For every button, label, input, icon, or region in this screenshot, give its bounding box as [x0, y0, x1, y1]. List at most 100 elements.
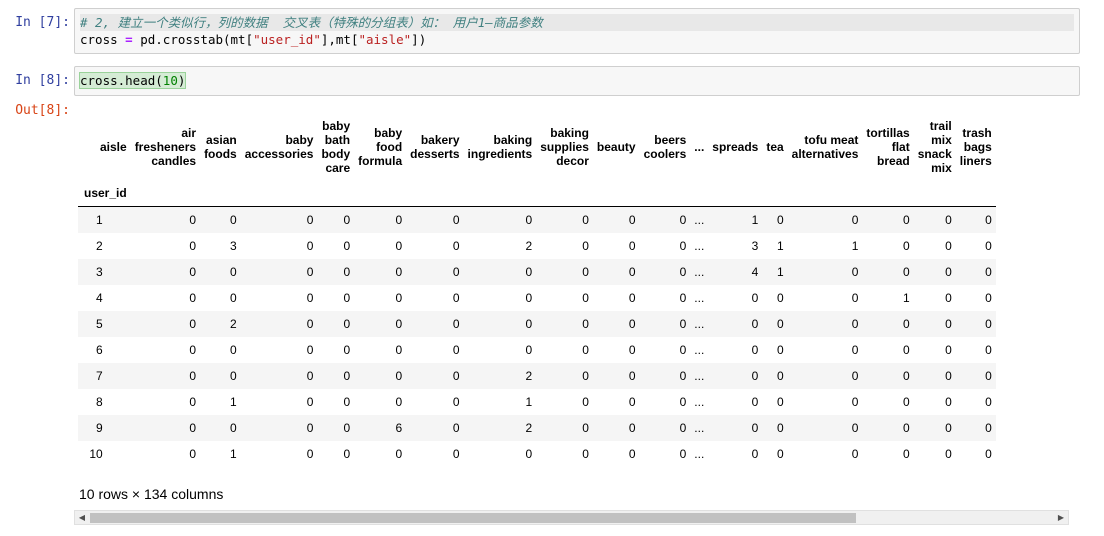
- table-cell: 0: [452, 238, 460, 253]
- table-cell: 0: [851, 420, 859, 435]
- table-cell: 0: [395, 394, 403, 409]
- table-cell: ...: [694, 394, 705, 409]
- table-cell: 0: [230, 420, 237, 435]
- code-cell-7[interactable]: In [7]: # 2, 建立一个类似行，列的数据 交叉表（特殊的分组表）如： …: [0, 8, 1104, 54]
- table-cell: 0: [776, 446, 784, 461]
- right-arrow-icon[interactable]: ▶: [1055, 512, 1067, 524]
- code-cell-8[interactable]: In [8]: cross.head(10): [0, 66, 1104, 96]
- table-row: 2 0 3 0 0 0 0 2 0 0 0... 3 1 1 0 0 0: [78, 233, 996, 259]
- table-cell: 0: [189, 420, 197, 435]
- table-cell: 0: [751, 394, 759, 409]
- table-cell: 0: [525, 212, 533, 227]
- table-cell: 1: [776, 264, 784, 279]
- table-cell: 0: [306, 264, 314, 279]
- table-cell: 0: [776, 290, 784, 305]
- table-cell: 0: [582, 238, 589, 253]
- table-cell: 2: [525, 238, 533, 253]
- table-cell: 0: [679, 342, 687, 357]
- table-cell: 3: [230, 238, 237, 253]
- column-header-row: aisle air fresheners candles asian foods baby…: [78, 114, 996, 180]
- table-cell: 0: [306, 368, 314, 383]
- row-index: 2: [96, 238, 103, 253]
- dataframe-shape: 10 rows × 134 columns: [79, 486, 224, 502]
- table-cell: 0: [230, 342, 237, 357]
- code-editor[interactable]: cross.head(10): [74, 66, 1080, 96]
- table-cell: 0: [582, 394, 589, 409]
- column-header: tea: [766, 140, 784, 154]
- table-cell: 0: [945, 420, 952, 435]
- dataframe-table: aisle air fresheners candles asian foods baby…: [78, 114, 996, 467]
- table-cell: 0: [751, 368, 759, 383]
- table-cell: 0: [452, 368, 460, 383]
- table-cell: 0: [582, 368, 589, 383]
- table-cell: 0: [776, 342, 784, 357]
- table-cell: 0: [985, 420, 992, 435]
- column-header: baby accessories: [244, 133, 314, 161]
- table-cell: 3: [751, 238, 759, 253]
- column-header: baby bath body care: [321, 119, 351, 175]
- table-cell: 0: [582, 290, 589, 305]
- table-row: 8 0 1 0 0 0 0 1 0 0 0... 0 0 0 0 0 0: [78, 389, 996, 415]
- table-cell: 0: [306, 420, 314, 435]
- table-cell: 0: [985, 316, 992, 331]
- table-cell: 0: [343, 420, 351, 435]
- table-cell: ...: [694, 212, 705, 227]
- table-cell: 2: [525, 420, 533, 435]
- table-cell: 0: [985, 446, 992, 461]
- table-cell: 0: [985, 394, 992, 409]
- column-header: spreads: [712, 140, 759, 154]
- table-cell: 0: [903, 212, 910, 227]
- code-line: cross.head(10): [78, 72, 187, 89]
- table-cell: 0: [945, 368, 952, 383]
- column-header: tofu meat alternatives: [791, 133, 859, 161]
- table-row: 10 0 1 0 0 0 0 0 0 0 0... 0 0 0 0 0 0: [78, 441, 996, 467]
- table-cell: 0: [230, 290, 237, 305]
- table-cell: 0: [343, 264, 351, 279]
- table-cell: ...: [694, 368, 705, 383]
- left-arrow-icon[interactable]: ◀: [76, 512, 88, 524]
- table-cell: 0: [985, 342, 992, 357]
- table-cell: 0: [230, 212, 237, 227]
- row-index: 5: [96, 316, 103, 331]
- code-editor[interactable]: # 2, 建立一个类似行，列的数据 交叉表（特殊的分组表）如： 用户1—商品参数…: [74, 8, 1080, 54]
- table-cell: 0: [452, 420, 460, 435]
- row-index: 3: [96, 264, 103, 279]
- table-cell: 0: [776, 420, 784, 435]
- table-cell: 1: [525, 394, 533, 409]
- table-cell: 0: [452, 290, 460, 305]
- table-cell: 0: [628, 342, 636, 357]
- table-cell: 0: [679, 394, 687, 409]
- horizontal-scrollbar[interactable]: ◀ ▶: [74, 510, 1069, 525]
- table-cell: 0: [525, 446, 533, 461]
- table-cell: 0: [985, 264, 992, 279]
- table-row: 1 0 0 0 0 0 0 0 0 0 0... 1 0 0 0 0 0: [78, 206, 996, 233]
- scrollbar-thumb[interactable]: [90, 513, 856, 523]
- table-cell: 0: [230, 368, 237, 383]
- table-cell: 0: [628, 238, 636, 253]
- table-cell: 1: [776, 238, 784, 253]
- table-cell: 0: [189, 212, 197, 227]
- table-cell: 0: [395, 238, 403, 253]
- column-header: tortillas flat bread: [866, 126, 910, 168]
- table-row: 5 0 2 0 0 0 0 0 0 0 0... 0 0 0 0 0 0: [78, 310, 996, 337]
- row-index: 9: [96, 420, 103, 435]
- index-axis-label: user_id: [84, 186, 127, 200]
- column-header: beauty: [596, 140, 636, 154]
- table-cell: 0: [628, 368, 636, 383]
- table-cell: 0: [851, 264, 859, 279]
- table-cell: 0: [628, 446, 636, 461]
- row-index: 10: [89, 446, 103, 461]
- table-cell: 0: [851, 368, 859, 383]
- table-cell: 0: [985, 212, 992, 227]
- table-row: 3 0 0 0 0 0 0 0 0 0 0... 4 1 0 0 0 0: [78, 258, 996, 285]
- table-cell: 0: [851, 446, 859, 461]
- table-cell: 0: [189, 394, 197, 409]
- table-cell: 0: [582, 212, 589, 227]
- table-cell: 0: [343, 238, 351, 253]
- column-header: baking ingredients: [467, 133, 533, 161]
- table-cell: 0: [343, 212, 351, 227]
- column-header: trash bags liners: [959, 126, 992, 168]
- table-cell: 0: [945, 394, 952, 409]
- table-cell: 0: [395, 316, 403, 331]
- table-cell: 0: [776, 394, 784, 409]
